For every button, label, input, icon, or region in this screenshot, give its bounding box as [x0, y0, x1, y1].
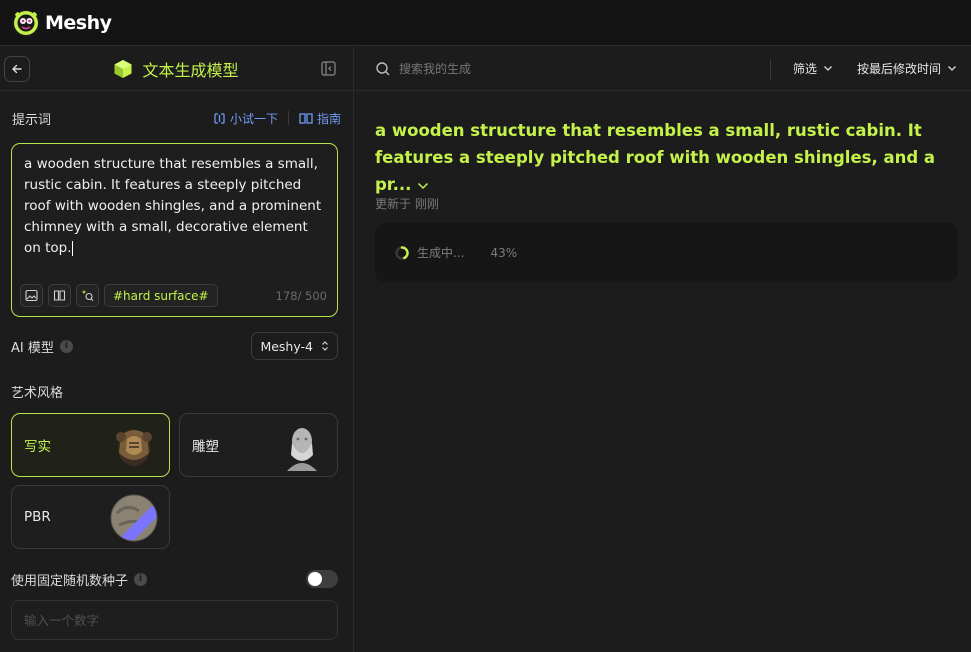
search-icon: [376, 61, 390, 75]
art-style-label: 艺术风格: [11, 386, 64, 401]
try-link[interactable]: 小试一下: [213, 110, 278, 127]
divider: [769, 58, 771, 79]
seed-row: 使用固定随机数种子 i: [11, 567, 338, 591]
search-bar: 筛选 按最后修改时间: [355, 47, 971, 91]
top-bar: Meshy: [0, 0, 971, 46]
prompt-label-row: 提示词 小试一下 指南: [0, 107, 353, 129]
updated-timestamp: 更新于 刚刚: [375, 197, 439, 211]
panel-title-text: 文本生成模型: [142, 60, 239, 80]
seed-toggle[interactable]: [306, 570, 338, 588]
style-option-label: 写实: [24, 439, 51, 455]
armor-thumb-icon: [116, 430, 152, 466]
generation-title[interactable]: a wooden structure that resembles a smal…: [375, 117, 955, 198]
model-select[interactable]: Meshy-4: [251, 332, 338, 360]
prompt-label: 提示词: [12, 112, 52, 128]
collapse-panel-button[interactable]: [321, 61, 337, 77]
logo[interactable]: Meshy: [12, 8, 112, 37]
brand-name: Meshy: [45, 11, 112, 34]
panel-title: 文本生成模型: [112, 57, 239, 81]
back-button[interactable]: [4, 55, 30, 82]
model-label: AI 模型: [11, 340, 54, 356]
style-option-label: PBR: [24, 509, 51, 525]
character-count: 178/ 500: [275, 288, 327, 303]
model-value: Meshy-4: [260, 338, 313, 354]
style-option-realistic[interactable]: 写实: [11, 413, 170, 477]
prompt-toolbar: #hard surface# 178/ 500: [20, 284, 327, 307]
arrow-left-icon: [12, 64, 22, 73]
chevron-down-icon: [824, 66, 832, 71]
filter-label: 筛选: [792, 62, 817, 76]
search-input[interactable]: [399, 61, 770, 76]
hard-surface-tag[interactable]: #hard surface#: [104, 284, 218, 307]
generation-title-text: a wooden structure that resembles a smal…: [375, 121, 936, 194]
info-icon[interactable]: i: [134, 572, 148, 586]
cube-icon: [114, 59, 132, 78]
style-option-pbr[interactable]: PBR: [11, 485, 170, 549]
sphere-thumb-icon: [110, 494, 158, 542]
bust-thumb-icon: [287, 428, 317, 471]
right-panel: 筛选 按最后修改时间 a wooden structure that resem…: [355, 47, 971, 652]
sparkle-search-icon: [82, 290, 94, 301]
prompt-textarea[interactable]: a wooden structure that resembles a smal…: [11, 143, 338, 317]
guide-link[interactable]: 指南: [299, 110, 341, 127]
progress-spinner-icon: [395, 245, 409, 260]
generation-card[interactable]: 生成中... 43%: [375, 223, 958, 282]
book-icon: [299, 112, 313, 124]
image-icon: [25, 289, 38, 302]
chevron-down-icon: [948, 66, 956, 71]
left-panel: 文本生成模型 提示词 小试一下 指南 a wooden structure th…: [0, 47, 354, 652]
try-link-label: 小试一下: [229, 111, 278, 126]
sort-label: 按最后修改时间: [856, 62, 941, 76]
prompt-text: a wooden structure that resembles a smal…: [24, 156, 322, 256]
dice-icon: [214, 112, 225, 124]
info-icon[interactable]: i: [59, 339, 73, 353]
meshy-logo-icon: [12, 8, 40, 37]
sidebar-collapse-icon: [321, 61, 337, 76]
chevron-down-icon[interactable]: [417, 182, 429, 190]
chevron-updown-icon: [322, 341, 328, 351]
generation-status: 生成中...: [417, 246, 465, 260]
model-row: AI 模型 i Meshy-4: [11, 332, 338, 360]
toggle-knob: [308, 572, 322, 586]
divider: [287, 111, 289, 125]
seed-input[interactable]: [11, 600, 338, 640]
text-caret: [71, 240, 73, 256]
filter-dropdown[interactable]: 筛选: [793, 60, 833, 77]
sort-dropdown[interactable]: 按最后修改时间: [857, 60, 957, 77]
style-option-sculpture[interactable]: 雕塑: [179, 413, 338, 477]
left-panel-header: 文本生成模型: [0, 47, 353, 91]
magic-enhance-button[interactable]: [76, 284, 99, 307]
seed-label: 使用固定随机数种子: [11, 573, 129, 589]
guide-link-label: 指南: [316, 111, 341, 126]
image-prompt-button[interactable]: [20, 284, 43, 307]
library-icon: [53, 290, 66, 301]
generation-progress: 43%: [490, 245, 518, 260]
prompt-library-button[interactable]: [48, 284, 71, 307]
style-option-label: 雕塑: [192, 439, 219, 455]
